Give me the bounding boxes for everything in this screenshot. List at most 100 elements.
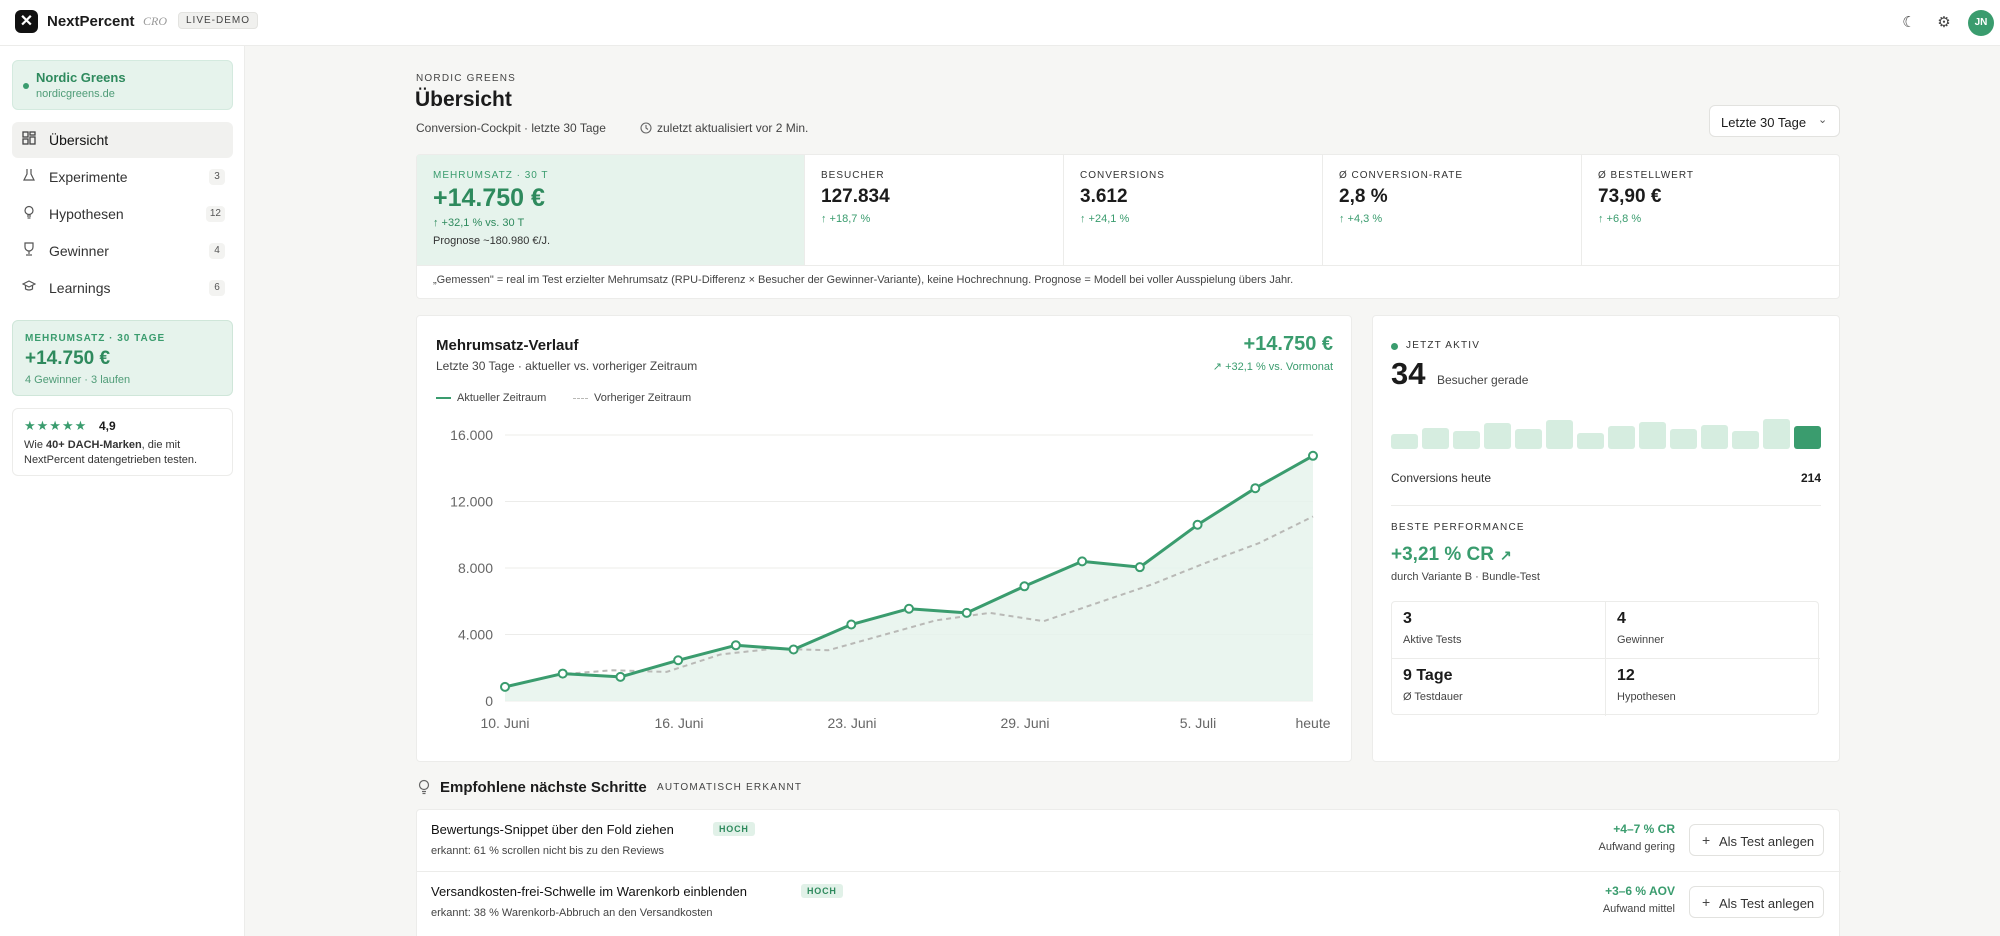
sidebar-item-label: Learnings xyxy=(49,280,111,296)
conversions-today-value: 214 xyxy=(1800,471,1821,485)
x-tick-label: 16. Juni xyxy=(654,715,703,731)
data-point xyxy=(615,671,626,682)
data-point xyxy=(904,603,914,614)
stat-winners[interactable]: 4 Gewinner xyxy=(1606,602,1820,659)
button-label: Als Test anlegen xyxy=(1719,896,1815,911)
sidebar-item-label: Experimente xyxy=(49,169,128,185)
legend-current[interactable]: Aktueller Zeitraum xyxy=(436,392,546,404)
recommendation-row: Bewertungs-Snippet über den Fold ziehen … xyxy=(417,810,1841,872)
sidebar-item-label: Hypothesen xyxy=(49,206,124,222)
clock-icon xyxy=(640,121,657,135)
moon-icon[interactable]: ☾ xyxy=(1898,12,1920,34)
top-bar: ✕ NextPercent CRO LIVE-DEMO ☾ ⚙ JN xyxy=(0,0,2000,46)
chart-total: +14.750 € xyxy=(1243,333,1333,355)
stat-value: 3 xyxy=(1403,610,1412,627)
series-area-current xyxy=(505,455,1313,701)
sidebar-item-overview[interactable]: Übersicht xyxy=(12,122,233,158)
trend-up-icon: ↗ xyxy=(1212,361,1226,373)
chart-title: Mehrumsatz-Verlauf xyxy=(436,337,579,354)
workspace-switcher[interactable]: Nordic Greens nordicgreens.de xyxy=(12,60,233,110)
kpi-label: BESUCHER xyxy=(821,170,885,181)
recommendation-sub: erkannt: 38 % Warenkorb-Abbruch an den V… xyxy=(431,907,713,919)
date-range-select[interactable]: Letzte 30 Tage ⌄ xyxy=(1709,105,1840,137)
status-dot xyxy=(23,83,29,89)
count-badge: 6 xyxy=(209,280,225,296)
stat-label: Hypothesen xyxy=(1617,691,1676,703)
plus-icon: + xyxy=(1702,832,1711,848)
x-tick-label: heute xyxy=(1295,715,1330,731)
page-title: Übersicht xyxy=(415,88,512,111)
stat-hypotheses[interactable]: 12 Hypothesen xyxy=(1606,659,1820,716)
page-subtitle: Conversion-Cockpit · letzte 30 Tage xyxy=(416,121,606,135)
sidebar-item-label: Gewinner xyxy=(49,243,109,259)
sidebar: Nordic Greens nordicgreens.de Übersicht … xyxy=(0,46,245,936)
sidebar-item-hypotheses[interactable]: Hypothesen 12 xyxy=(12,196,233,232)
recommendation-list: Bewertungs-Snippet über den Fold ziehen … xyxy=(416,809,1841,936)
activity-bar xyxy=(1546,420,1573,449)
recommendation-title: Bewertungs-Snippet über den Fold ziehen xyxy=(431,822,674,837)
recommendation-impact: +3–6 % AOV xyxy=(1605,884,1675,898)
stat-value: 12 xyxy=(1617,667,1635,684)
data-point xyxy=(730,640,741,651)
activity-bar xyxy=(1577,433,1604,449)
kpi-delta: ↑ +18,7 % xyxy=(821,213,871,225)
kpi-conversion-rate[interactable]: Ø CONVERSION-RATE 2,8 % ↑ +4,3 % xyxy=(1323,155,1582,265)
bulb-icon xyxy=(417,779,431,798)
logo-icon[interactable]: ✕ xyxy=(15,10,38,33)
chart-delta: ↗ +32,1 % vs. Vormonat xyxy=(1212,361,1333,373)
activity-bar xyxy=(1453,431,1480,449)
divider xyxy=(417,265,1839,266)
kpi-conversions[interactable]: CONVERSIONS 3.612 ↑ +24,1 % xyxy=(1064,155,1323,265)
y-tick-label: 0 xyxy=(485,693,493,709)
recommendation-title: Versandkosten-frei-Schwelle im Warenkorb… xyxy=(431,884,748,899)
stat-label: Aktive Tests xyxy=(1403,634,1462,646)
live-visitor-count: 34 xyxy=(1391,356,1426,391)
recommendation-effort: Aufwand gering xyxy=(1598,841,1675,853)
stat-active-tests[interactable]: 3 Aktive Tests xyxy=(1392,602,1606,659)
data-point xyxy=(961,607,972,618)
kpi-label: CONVERSIONS xyxy=(1080,170,1165,181)
kpi-value: 127.834 xyxy=(821,186,890,207)
gear-icon[interactable]: ⚙ xyxy=(1933,12,1955,34)
trophy-icon xyxy=(21,242,37,258)
recommendation-effort: Aufwand mittel xyxy=(1602,903,1675,915)
create-test-button[interactable]: + Als Test anlegen xyxy=(1689,824,1824,856)
kpi-value: 2,8 % xyxy=(1339,186,1388,207)
activity-bar xyxy=(1515,429,1542,449)
kpi-order-value[interactable]: Ø BESTELLWERT 73,90 € ↑ +6,8 % xyxy=(1582,155,1839,265)
kpi-revenue[interactable]: MEHRUMSATZ · 30 T +14.750 € ↑ +32,1 % vs… xyxy=(417,155,805,265)
section-badge: AUTOMATISCH ERKANNT xyxy=(657,782,803,793)
create-test-button[interactable]: + Als Test anlegen xyxy=(1689,886,1824,918)
workspace-url: nordicgreens.de xyxy=(36,88,115,100)
kpi-visitors[interactable]: BESUCHER 127.834 ↑ +18,7 % xyxy=(805,155,1064,265)
card-label: MEHRUMSATZ · 30 TAGE xyxy=(25,333,166,344)
demo-badge: LIVE-DEMO xyxy=(178,12,259,29)
plus-icon: + xyxy=(1702,894,1711,910)
page-eyebrow: NORDIC GREENS xyxy=(416,73,517,84)
kpi-value: 3.612 xyxy=(1080,186,1128,207)
kpi-value: +14.750 € xyxy=(433,184,545,212)
revenue-chart-card: 0 4.000 8.000 12.000 16.000 10. Juni 16. Juni 2… xyxy=(416,315,1352,762)
sidebar-item-winners[interactable]: Gewinner 4 xyxy=(12,233,233,269)
live-card: JETZT AKTIV 34 Besucher gerade Conversio… xyxy=(1372,315,1840,762)
workspace-name: Nordic Greens xyxy=(36,70,126,85)
sidebar-item-label: Übersicht xyxy=(49,132,109,148)
grid-icon xyxy=(21,131,37,147)
data-point xyxy=(788,644,799,655)
stat-test-duration[interactable]: 9 Tage Ø Testdauer xyxy=(1392,659,1606,716)
legend-previous[interactable]: Vorheriger Zeitraum xyxy=(573,392,691,404)
x-tick-label: 5. Juli xyxy=(1180,715,1217,731)
sidebar-item-learnings[interactable]: Learnings 6 xyxy=(12,270,233,306)
sidebar-item-experiments[interactable]: Experimente 3 xyxy=(12,159,233,195)
activity-bar xyxy=(1794,426,1821,449)
activity-bar xyxy=(1701,425,1728,449)
kpi-label: Ø CONVERSION-RATE xyxy=(1339,170,1464,181)
date-range-label: Letzte 30 Tage xyxy=(1721,115,1807,130)
avatar[interactable]: JN xyxy=(1968,10,1994,36)
data-point xyxy=(1077,556,1088,567)
trend-up-icon: ↗ xyxy=(1499,547,1512,563)
section-title: Empfohlene nächste Schritte xyxy=(440,779,647,796)
chart-subtitle: Letzte 30 Tage · aktueller vs. vorherige… xyxy=(436,359,698,373)
data-point xyxy=(557,668,568,679)
activity-bar xyxy=(1639,422,1666,449)
